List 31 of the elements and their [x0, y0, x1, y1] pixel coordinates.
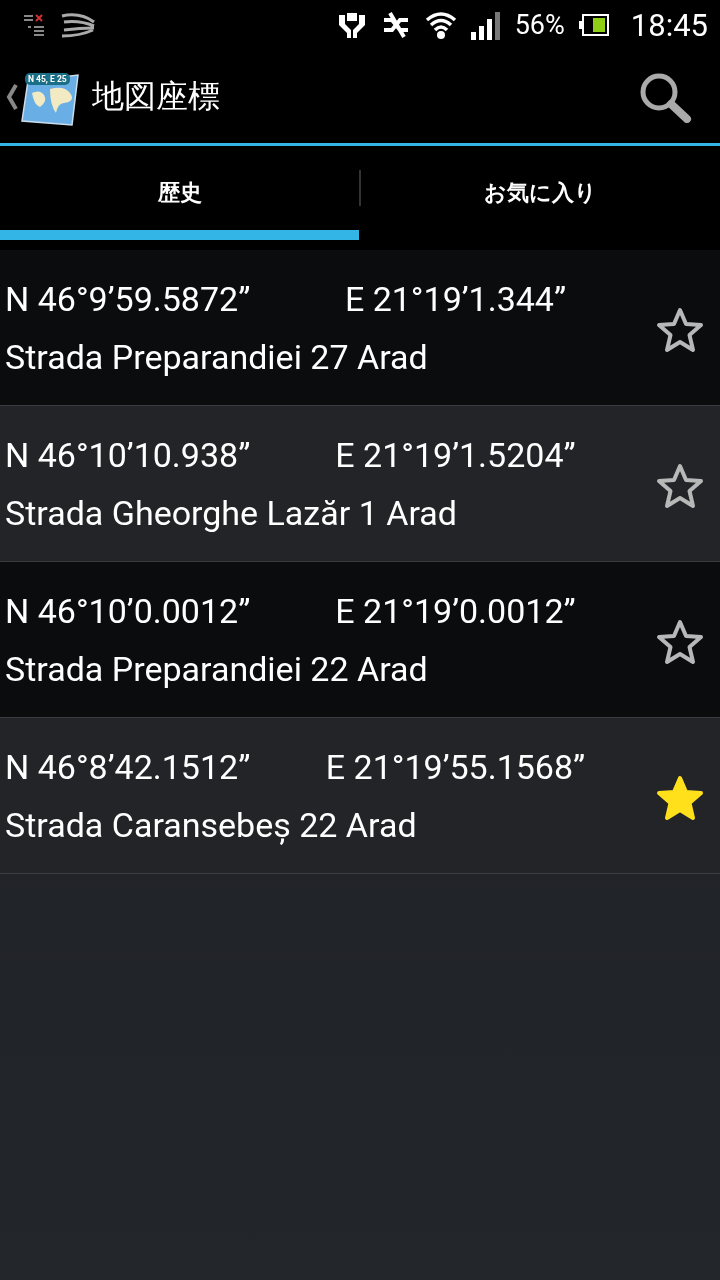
battery-percentage: 56% [514, 9, 565, 41]
address: Strada Gheorghe Lazăr 1 Arad [5, 492, 458, 533]
longitude: E 21°19’55.1568” [324, 746, 587, 787]
battery-icon [578, 14, 609, 36]
latitude: N 46°10’0.0012” [5, 590, 252, 631]
star-icon[interactable] [656, 306, 704, 353]
location-row[interactable]: N 46°10’0.0012” E 21°19’0.0012” Strada Preparandiei 22 Arad [0, 562, 720, 718]
clock: 18:45 [630, 6, 708, 44]
back-caret-icon[interactable] [6, 83, 18, 110]
address: Strada Preparandiei 27 Arad [5, 336, 429, 377]
address: Strada Preparandiei 22 Arad [5, 648, 429, 689]
notification-icon [24, 14, 46, 36]
star-icon[interactable] [656, 618, 704, 665]
app-title: 地図座標 [92, 75, 221, 117]
hands-icon [336, 11, 367, 39]
latitude: N 46°8’42.1512” [5, 746, 252, 787]
longitude: E 21°19’1.5204” [334, 434, 577, 475]
longitude: E 21°19’0.0012” [334, 590, 577, 631]
tab[interactable]: お気に入り [361, 146, 720, 240]
signal-icon [470, 10, 501, 40]
latitude: N 46°10’10.938” [5, 434, 252, 475]
location-row[interactable]: N 46°10’10.938” E 21°19’1.5204” Strada Gheorghe Lazăr 1 Arad [0, 406, 720, 562]
tab[interactable]: 歴史 [0, 146, 359, 240]
star-icon[interactable] [656, 774, 704, 821]
star-icon[interactable] [656, 462, 704, 509]
wifi-icon [424, 10, 457, 40]
latitude: N 46°9’59.5872” [5, 278, 252, 319]
location-row[interactable]: N 46°9’59.5872” E 21°19’1.344” Strada Preparandiei 27 Arad [0, 250, 720, 406]
longitude: E 21°19’1.344” [343, 278, 568, 319]
logo-text: N 45, E 25 [25, 72, 70, 85]
address: Strada Caransebeș 22 Arad [5, 804, 418, 845]
